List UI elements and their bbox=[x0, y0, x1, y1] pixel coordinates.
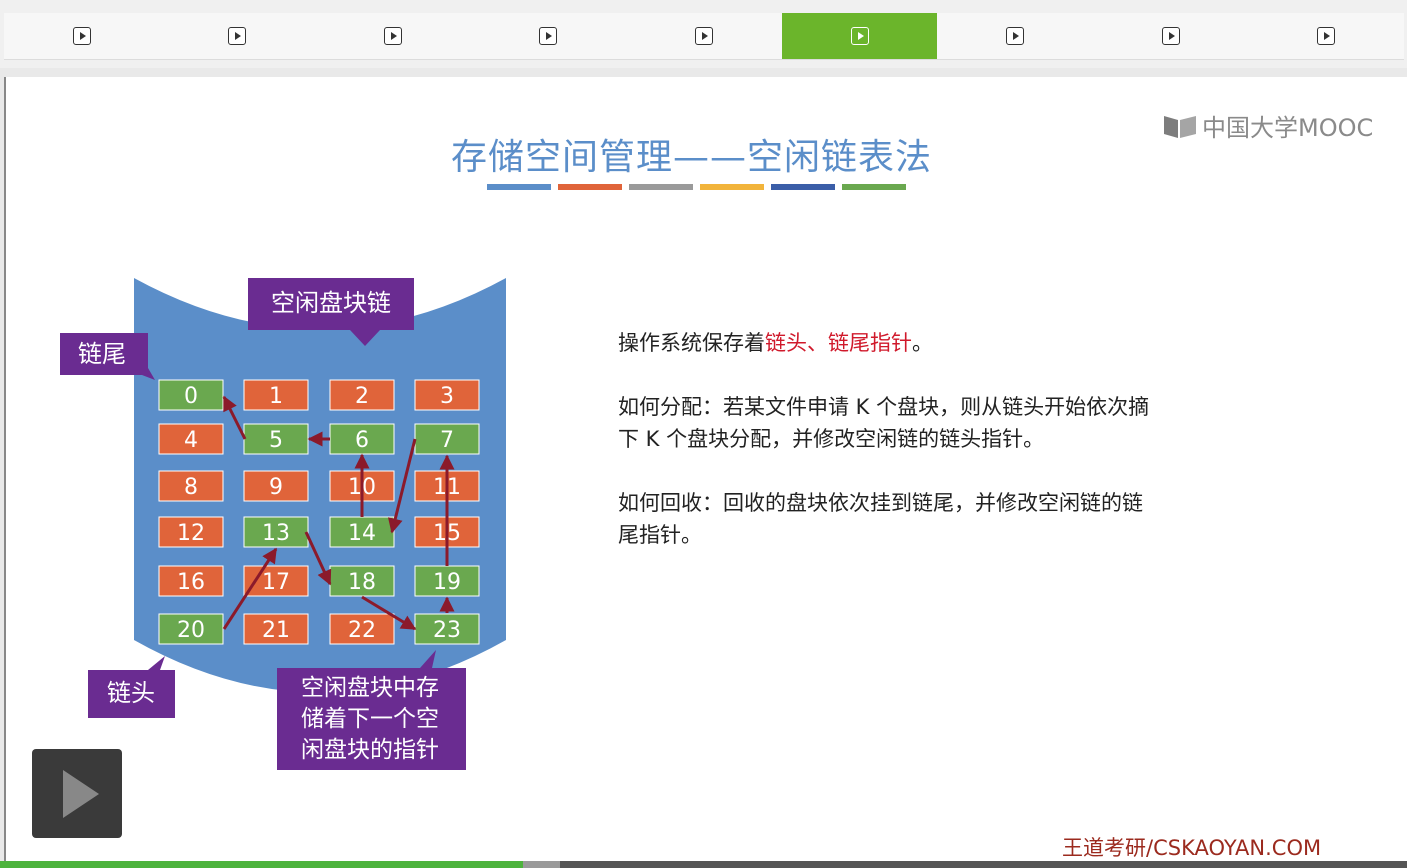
block-number: 16 bbox=[177, 570, 205, 595]
p1-prefix: 操作系统保存着 bbox=[618, 331, 765, 355]
block-number: 0 bbox=[184, 384, 198, 409]
progress-played bbox=[0, 861, 524, 868]
callout-note-line-1: 空闲盘块中存 bbox=[301, 675, 439, 701]
callout-head-text: 链头 bbox=[107, 679, 155, 707]
callout-pointer-note: 空闲盘块中存 储着下一个空 闲盘块的指针 bbox=[277, 650, 466, 770]
block-number: 13 bbox=[262, 521, 290, 546]
block-number: 14 bbox=[348, 521, 376, 546]
video-play-button[interactable] bbox=[32, 749, 122, 838]
callout-chain-label-text: 空闲盘块链 bbox=[271, 289, 391, 317]
block-number: 1 bbox=[269, 384, 283, 409]
callout-note-line-2: 储着下一个空 bbox=[301, 706, 439, 732]
block-number: 20 bbox=[177, 618, 205, 643]
block-number: 19 bbox=[433, 570, 461, 595]
play-icon bbox=[63, 769, 99, 818]
block-number: 8 bbox=[184, 475, 198, 500]
block-number: 17 bbox=[262, 570, 290, 595]
block-number: 21 bbox=[262, 618, 290, 643]
block-number: 12 bbox=[177, 521, 205, 546]
block-number: 6 bbox=[355, 428, 369, 453]
callout-tail: 链尾 bbox=[60, 333, 155, 380]
p1-highlight: 链头、链尾指针 bbox=[765, 331, 912, 355]
block-number: 18 bbox=[348, 570, 376, 595]
p2-line-2: 下 K 个盘块分配，并修改空闲链的链头指针。 bbox=[618, 427, 1045, 451]
block-number: 23 bbox=[433, 618, 461, 643]
block-number: 5 bbox=[269, 428, 283, 453]
block-number: 2 bbox=[355, 384, 369, 409]
block-number: 7 bbox=[440, 428, 454, 453]
block-number: 3 bbox=[440, 384, 454, 409]
block-number: 9 bbox=[269, 475, 283, 500]
p3-line-1: 如何回收：回收的盘块依次挂到链尾，并修改空闲链的链 bbox=[618, 491, 1143, 515]
paragraph-allocate: 如何分配：若某文件申请 K 个盘块，则从链头开始依次摘 下 K 个盘块分配，并修… bbox=[618, 391, 1278, 455]
p2-line-1: 如何分配：若某文件申请 K 个盘块，则从链头开始依次摘 bbox=[618, 395, 1150, 419]
p1-suffix: 。 bbox=[912, 331, 933, 355]
p3-line-2: 尾指针。 bbox=[618, 523, 702, 547]
paragraph-reclaim: 如何回收：回收的盘块依次挂到链尾，并修改空闲链的链 尾指针。 bbox=[618, 487, 1278, 551]
block-number: 22 bbox=[348, 618, 376, 643]
block-number: 4 bbox=[184, 428, 198, 453]
progress-buffered bbox=[523, 861, 560, 868]
brand-watermark: 王道考研/CSKAOYAN.COM bbox=[1062, 836, 1322, 860]
paragraph-pointers: 操作系统保存着链头、链尾指针。 bbox=[618, 327, 1278, 359]
callout-head: 链头 bbox=[88, 656, 175, 718]
callout-tail-text: 链尾 bbox=[78, 340, 126, 368]
callout-note-line-3: 闲盘块的指针 bbox=[301, 737, 439, 763]
video-progress-bar[interactable] bbox=[0, 861, 1407, 868]
